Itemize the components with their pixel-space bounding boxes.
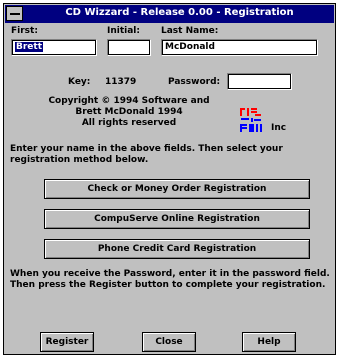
help-button[interactable]: Help: [242, 332, 296, 352]
window-title: CD Wizzard - Release 0.00 - Registration: [65, 7, 294, 18]
system-menu-icon: [10, 13, 20, 15]
instructions-top: Enter your name in the above fields. The…: [10, 144, 283, 165]
system-menu-button[interactable]: [6, 6, 23, 21]
first-name-value: Brett: [15, 42, 44, 52]
phone-credit-card-button[interactable]: Phone Credit Card Registration: [44, 239, 310, 259]
copyright-block: Copyright © 1994 Software and Brett McDo…: [29, 96, 229, 129]
initial-field[interactable]: [107, 39, 151, 56]
register-button[interactable]: Register: [40, 332, 94, 352]
last-name-field[interactable]: McDonald: [161, 39, 318, 56]
close-button[interactable]: Close: [142, 332, 196, 352]
compuserve-online-button[interactable]: CompuServe Online Registration: [44, 209, 310, 229]
company-logo-icon: [240, 108, 262, 132]
title-bar[interactable]: CD Wizzard - Release 0.00 - Registration: [5, 5, 334, 23]
copyright-line-1: Copyright © 1994 Software and: [48, 96, 210, 106]
key-value: 11379: [105, 77, 137, 87]
registration-dialog: CD Wizzard - Release 0.00 - Registration…: [3, 3, 336, 355]
logo-suffix: Inc: [271, 123, 287, 133]
initial-label: Initial:: [107, 26, 140, 36]
password-label: Password:: [168, 77, 221, 87]
key-label: Key:: [68, 77, 91, 87]
copyright-line-3: All rights reserved: [81, 118, 177, 128]
last-name-label: Last Name:: [161, 26, 219, 36]
first-name-field[interactable]: Brett: [11, 39, 97, 56]
first-name-label: First:: [11, 26, 38, 36]
password-field[interactable]: [227, 73, 292, 90]
copyright-line-2: Brett McDonald 1994: [75, 107, 183, 117]
instructions-bottom: When you receive the Password, enter it …: [10, 269, 330, 290]
check-money-order-button[interactable]: Check or Money Order Registration: [44, 179, 310, 199]
last-name-value: McDonald: [165, 42, 215, 52]
